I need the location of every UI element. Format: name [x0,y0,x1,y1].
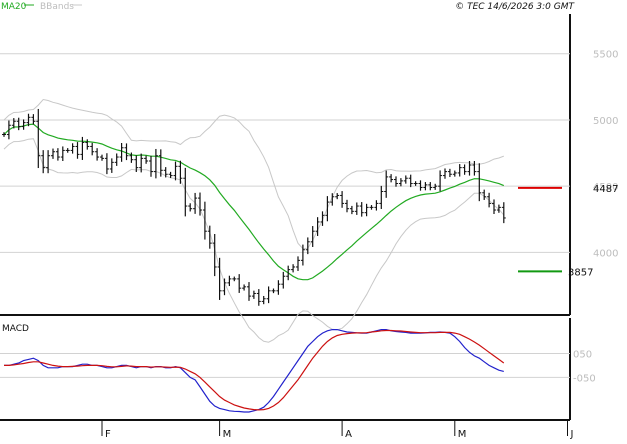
month-label: J [570,429,574,440]
price-y-tick-label: 4000 [593,248,618,259]
macd-signal-line [4,329,505,411]
macd-y-tick-label: -050 [573,373,596,384]
copyright-timestamp: © TEC 14/6/2026 3:0 GMT [455,2,575,12]
month-label: F [105,429,111,440]
month-label: M [223,429,232,440]
ma20-line [3,123,505,281]
resistance-level-label: 4487 [593,184,618,195]
bbands-upper-line [3,98,504,250]
price-y-tick-label: 5500 [593,50,618,61]
support-level-label: 3857 [568,267,593,278]
stock-chart: MA20 BBands © TEC 14/6/2026 3:0 GMT MACD… [0,0,627,440]
chart-canvas: MA20 BBands © TEC 14/6/2026 3:0 GMT MACD… [0,2,618,440]
legend-ma20: MA20 [1,2,27,12]
macd-y-tick-label: 050 [573,349,592,360]
price-y-tick-label: 5000 [593,116,618,127]
month-label: A [345,429,352,440]
legend-bbands: BBands [40,2,74,12]
macd-pane-title: MACD [2,324,29,334]
month-label: M [458,429,467,440]
macd-line [4,329,504,413]
